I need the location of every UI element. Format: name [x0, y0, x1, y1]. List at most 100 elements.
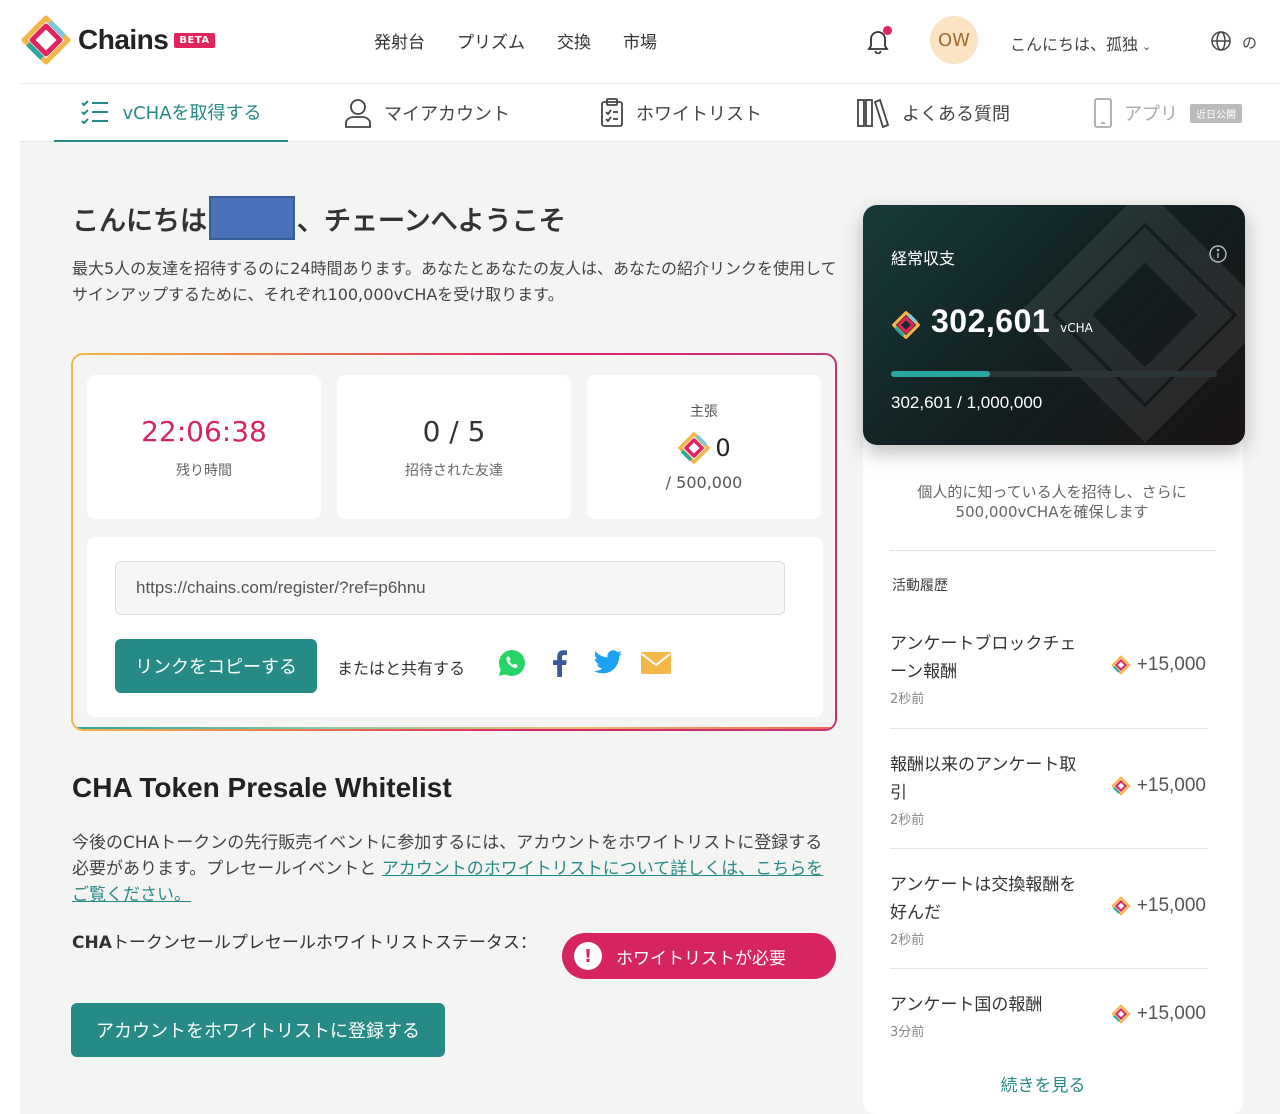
- invited-count: 0 / 5: [422, 415, 486, 448]
- activity-amount: +15,000: [1111, 775, 1206, 797]
- chains-logo-icon: [21, 15, 71, 65]
- divider: [890, 848, 1208, 849]
- globe-icon[interactable]: [1210, 30, 1232, 52]
- clipboard-icon: [601, 98, 623, 127]
- notification-bell-icon[interactable]: [866, 26, 892, 55]
- activity-name: アンケートブロックチェーン報酬: [890, 634, 1077, 682]
- tab-faq[interactable]: よくある質問: [856, 84, 1010, 142]
- top-navbar: Chains BETA 発射台 プリズム 交換 市場 OW こんにちは、孤独 ⌄ …: [20, 0, 1280, 84]
- cha-token-icon: [1111, 1004, 1131, 1024]
- activity-amount: +15,000: [1111, 654, 1206, 676]
- user-icon: [345, 99, 371, 128]
- activity-name: 報酬以来のアンケート取引: [890, 755, 1077, 803]
- divider: [890, 728, 1208, 729]
- activity-name: アンケートは交換報酬を好んだ: [890, 875, 1077, 923]
- activity-item: 報酬以来のアンケート取引 2秒前 +15,000: [890, 751, 1208, 828]
- balance-label: 経常収支: [891, 249, 956, 268]
- brand-name: Chains: [78, 24, 169, 55]
- activity-time: 2秒前: [890, 692, 925, 707]
- chevron-down-icon: ⌄: [1142, 40, 1152, 53]
- whitelist-description: 今後のCHAトークンの先行販売イベントに参加するには、アカウントをホワイトリスト…: [72, 830, 832, 908]
- copy-link-button[interactable]: リンクをコピーする: [115, 639, 317, 693]
- tab-get-vcha[interactable]: vCHAを取得する: [54, 84, 288, 142]
- tab-app[interactable]: アプリ 近日公開: [1094, 84, 1242, 142]
- balance-progress-text: 302,601 / 1,000,000: [891, 393, 1043, 412]
- activity-amount-value: +15,000: [1136, 654, 1206, 675]
- facebook-icon[interactable]: [545, 648, 575, 678]
- balance-progress-bar: [891, 371, 1217, 377]
- info-icon[interactable]: [1209, 245, 1227, 263]
- balance-progress-fill: [891, 371, 990, 377]
- timer-label: 残り時間: [176, 463, 232, 479]
- status-label-text: トークンセールプレセールホワイトリストステータス：: [111, 933, 537, 953]
- activity-item: アンケート国の報酬 3分前 +15,000: [890, 991, 1208, 1040]
- register-whitelist-button[interactable]: アカウントをホワイトリストに登録する: [71, 1003, 445, 1057]
- activity-time: 2秒前: [890, 813, 925, 828]
- language-selector[interactable]: の: [1242, 32, 1257, 53]
- invite-panel: 22:06:38 残り時間 0 / 5 招待された友達 主張 0 / 500,0…: [71, 353, 837, 731]
- user-greeting: こんにちは、孤独: [1010, 35, 1139, 54]
- activity-amount-value: +15,000: [1136, 775, 1206, 796]
- beta-badge: BETA: [174, 32, 215, 48]
- tab-label: アプリ: [1124, 104, 1178, 125]
- whitelist-status-label: CHAトークンセールプレセールホワイトリストステータス：: [72, 930, 542, 956]
- welcome-title-prefix: こんにちは: [72, 205, 207, 237]
- tab-label: よくある質問: [902, 104, 1010, 125]
- twitter-icon[interactable]: [593, 648, 623, 678]
- tab-label: vCHAを取得する: [122, 103, 262, 124]
- cha-token-icon: [1111, 896, 1131, 916]
- brand-logo[interactable]: Chains BETA: [20, 14, 215, 66]
- activity-item: アンケートブロックチェーン報酬 2秒前 +15,000: [890, 630, 1208, 707]
- phone-icon: [1094, 98, 1112, 128]
- activity-amount: +15,000: [1111, 895, 1206, 917]
- whitelist-title: CHA Token Presale Whitelist: [72, 772, 452, 803]
- avatar[interactable]: OW: [930, 16, 978, 64]
- share-card: リンクをコピーする またはと共有する: [87, 537, 823, 717]
- invited-label: 招待された友達: [405, 463, 503, 479]
- timer-card: 22:06:38 残り時間: [87, 375, 321, 519]
- claim-total: / 500,000: [665, 473, 743, 492]
- balance-value: 302,601: [931, 303, 1051, 339]
- divider: [890, 550, 1216, 551]
- nav-item-market[interactable]: 市場: [623, 28, 657, 53]
- activity-amount: +15,000: [1111, 1003, 1206, 1025]
- gradient-border-bottom: [73, 727, 835, 729]
- invite-more-text: 個人的に知っている人を招待し、さらに500,000vCHAを確保します: [917, 483, 1187, 521]
- exclamation-icon: !: [574, 942, 602, 970]
- sub-navbar: vCHAを取得する マイアカウント ホワイトリスト よくある質問 アプリ 近日公…: [20, 84, 1280, 142]
- redacted-username: [209, 196, 295, 240]
- main-nav: 発射台 プリズム 交換 市場: [374, 28, 657, 53]
- tab-my-account[interactable]: マイアカウント: [344, 84, 510, 142]
- tab-label: ホワイトリスト: [636, 104, 762, 125]
- email-icon[interactable]: [641, 648, 671, 678]
- cha-token-icon: [1111, 655, 1131, 675]
- tab-whitelist[interactable]: ホワイトリスト: [600, 84, 762, 142]
- see-more-link[interactable]: 続きを見る: [890, 1071, 1196, 1096]
- cha-token-icon: [1111, 776, 1131, 796]
- invited-card: 0 / 5 招待された友達: [337, 375, 571, 519]
- welcome-title-suffix: 、チェーンへようこそ: [297, 205, 566, 237]
- share-icons: [497, 648, 671, 678]
- coming-soon-badge: 近日公開: [1190, 103, 1242, 123]
- claim-value: 0: [715, 434, 731, 462]
- nav-item-prism[interactable]: プリズム: [457, 28, 525, 53]
- user-menu[interactable]: こんにちは、孤独 ⌄: [1010, 31, 1151, 55]
- notification-dot: [883, 26, 892, 35]
- nav-item-exchange[interactable]: 交換: [557, 28, 591, 53]
- activity-item: アンケートは交換報酬を好んだ 2秒前 +15,000: [890, 871, 1208, 948]
- welcome-description: 最大5人の友達を招待するのに24時間あります。あなたとあなたの友人は、あなたの紹…: [72, 259, 837, 304]
- countdown-timer: 22:06:38: [141, 415, 267, 448]
- claim-card: 主張 0 / 500,000: [587, 375, 821, 519]
- whatsapp-icon[interactable]: [497, 648, 527, 678]
- whitelist-required-badge: ! ホワイトリストが必要: [562, 933, 836, 979]
- balance-unit: vCHA: [1060, 321, 1093, 335]
- cha-token-icon: [892, 311, 920, 339]
- divider: [890, 968, 1208, 969]
- status-badge-text: ホワイトリストが必要: [616, 948, 786, 969]
- balance-card: 経常収支 302,601 vCHA 302,601 / 1,000,000: [863, 205, 1245, 445]
- activity-amount-value: +15,000: [1136, 1003, 1206, 1024]
- referral-link-input[interactable]: [115, 561, 785, 615]
- nav-item-launchpad[interactable]: 発射台: [374, 28, 425, 53]
- welcome-title: こんにちは 、チェーンへようこそ: [72, 196, 566, 240]
- tab-label: マイアカウント: [384, 104, 510, 125]
